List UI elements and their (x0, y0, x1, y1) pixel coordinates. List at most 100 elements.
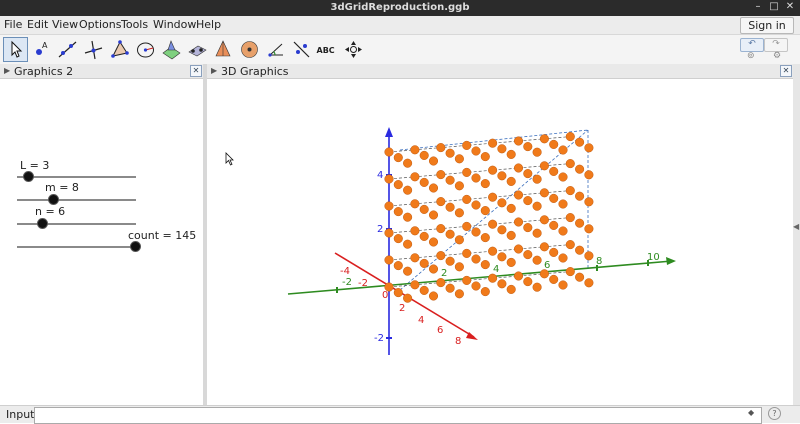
grid-point[interactable] (575, 164, 585, 174)
grid-point[interactable] (454, 235, 464, 245)
slider-track-L[interactable] (17, 176, 136, 178)
grid-point[interactable] (506, 149, 516, 159)
grid-point[interactable] (393, 153, 403, 163)
menu-edit[interactable]: Edit (27, 18, 48, 31)
grid-point[interactable] (471, 254, 481, 264)
grid-point[interactable] (532, 147, 542, 157)
grid-point[interactable] (419, 285, 429, 295)
grid-point[interactable] (480, 233, 490, 243)
grid-point[interactable] (445, 175, 455, 185)
grid-point[interactable] (584, 170, 594, 180)
grid-point[interactable] (488, 246, 498, 256)
grid-point[interactable] (523, 142, 533, 152)
grid-point[interactable] (471, 281, 481, 291)
grid-point[interactable] (532, 174, 542, 184)
grid-point[interactable] (523, 196, 533, 206)
grid-point[interactable] (403, 293, 413, 303)
grid-point[interactable] (539, 242, 549, 252)
grid-point[interactable] (403, 266, 413, 276)
grid-point[interactable] (471, 227, 481, 237)
grid-point[interactable] (410, 199, 420, 209)
grid-point[interactable] (558, 280, 568, 290)
polygon-tool-icon[interactable] (107, 37, 132, 62)
grid-point[interactable] (549, 166, 559, 176)
input-help-icon[interactable]: ? (768, 407, 781, 420)
grid-point[interactable] (428, 156, 439, 166)
grid-point[interactable] (506, 230, 516, 240)
grid-point[interactable] (539, 269, 549, 279)
grid-point[interactable] (436, 197, 446, 207)
grid-point[interactable] (558, 172, 568, 182)
grid-point[interactable] (565, 186, 575, 196)
grid-point[interactable] (575, 218, 585, 228)
grid-point[interactable] (506, 284, 516, 294)
grid-point[interactable] (523, 277, 533, 287)
grid-point[interactable] (462, 248, 472, 258)
grid-point[interactable] (462, 167, 472, 177)
grid-point[interactable] (565, 159, 575, 169)
slider-track-count[interactable] (17, 246, 136, 248)
intersect-surfaces-tool-icon[interactable] (159, 37, 184, 62)
input-field[interactable] (34, 407, 762, 424)
grid-point[interactable] (575, 191, 585, 201)
point-tool-icon[interactable]: A (29, 37, 54, 62)
help-circle-icon[interactable]: ⊚ (747, 51, 755, 61)
grid-point[interactable] (384, 201, 394, 211)
grid-point[interactable] (584, 197, 594, 207)
grid-point[interactable] (513, 136, 524, 146)
grid-point[interactable] (584, 251, 594, 261)
grid-point[interactable] (445, 148, 455, 158)
menu-tools[interactable]: Tools (121, 18, 148, 31)
grid-point[interactable] (454, 154, 464, 164)
text-tool-icon[interactable]: ABC (315, 37, 340, 62)
maximize-icon[interactable]: □ (768, 1, 780, 13)
menu-window[interactable]: Window (153, 18, 196, 31)
slider-knob-count[interactable] (130, 241, 141, 252)
grid-point[interactable] (471, 173, 481, 183)
grid-point[interactable] (523, 223, 533, 233)
menu-file[interactable]: File (4, 18, 22, 31)
grid-point[interactable] (454, 262, 464, 272)
grid-point[interactable] (445, 229, 455, 239)
grid-point[interactable] (384, 174, 394, 184)
grid-point[interactable] (513, 244, 524, 254)
grid-point[interactable] (384, 282, 394, 292)
grid-point[interactable] (454, 289, 464, 299)
grid-point[interactable] (497, 171, 507, 181)
grid-point[interactable] (497, 225, 507, 235)
grid-point[interactable] (523, 250, 533, 260)
rotate-view-tool-icon[interactable] (341, 37, 366, 62)
grid-point[interactable] (419, 177, 429, 187)
grid-point[interactable] (403, 185, 413, 195)
grid-point[interactable] (410, 172, 420, 182)
angle-tool-icon[interactable] (263, 37, 288, 62)
menu-view[interactable]: View (52, 18, 78, 31)
grid-point[interactable] (403, 158, 413, 168)
grid-point[interactable] (565, 213, 575, 223)
grid-point[interactable] (575, 272, 585, 282)
grid-point[interactable] (513, 217, 524, 227)
gear-icon[interactable]: ⚙ (773, 51, 781, 61)
slider-knob-m[interactable] (48, 194, 59, 205)
input-dropdown-icon[interactable]: ◆ (748, 408, 754, 417)
grid-point[interactable] (506, 176, 516, 186)
grid-point[interactable] (436, 170, 446, 180)
grid-point[interactable] (513, 163, 524, 173)
grid-point[interactable] (462, 275, 472, 285)
grid-point[interactable] (575, 245, 585, 255)
grid-point[interactable] (575, 137, 585, 147)
undo-button[interactable]: ↶ (740, 38, 764, 52)
grid-point[interactable] (497, 144, 507, 154)
grid-point[interactable] (384, 255, 394, 265)
grid-point[interactable] (549, 247, 559, 257)
plane-tool-icon[interactable] (185, 37, 210, 62)
grid-point[interactable] (497, 198, 507, 208)
menu-options[interactable]: Options (79, 18, 121, 31)
grid-point[interactable] (558, 199, 568, 209)
grid-point[interactable] (436, 224, 446, 234)
circle-tool-icon[interactable] (133, 37, 158, 62)
grid-point[interactable] (488, 219, 498, 229)
grid-point[interactable] (454, 208, 464, 218)
grid-point[interactable] (584, 143, 594, 153)
grid-point[interactable] (565, 240, 575, 250)
